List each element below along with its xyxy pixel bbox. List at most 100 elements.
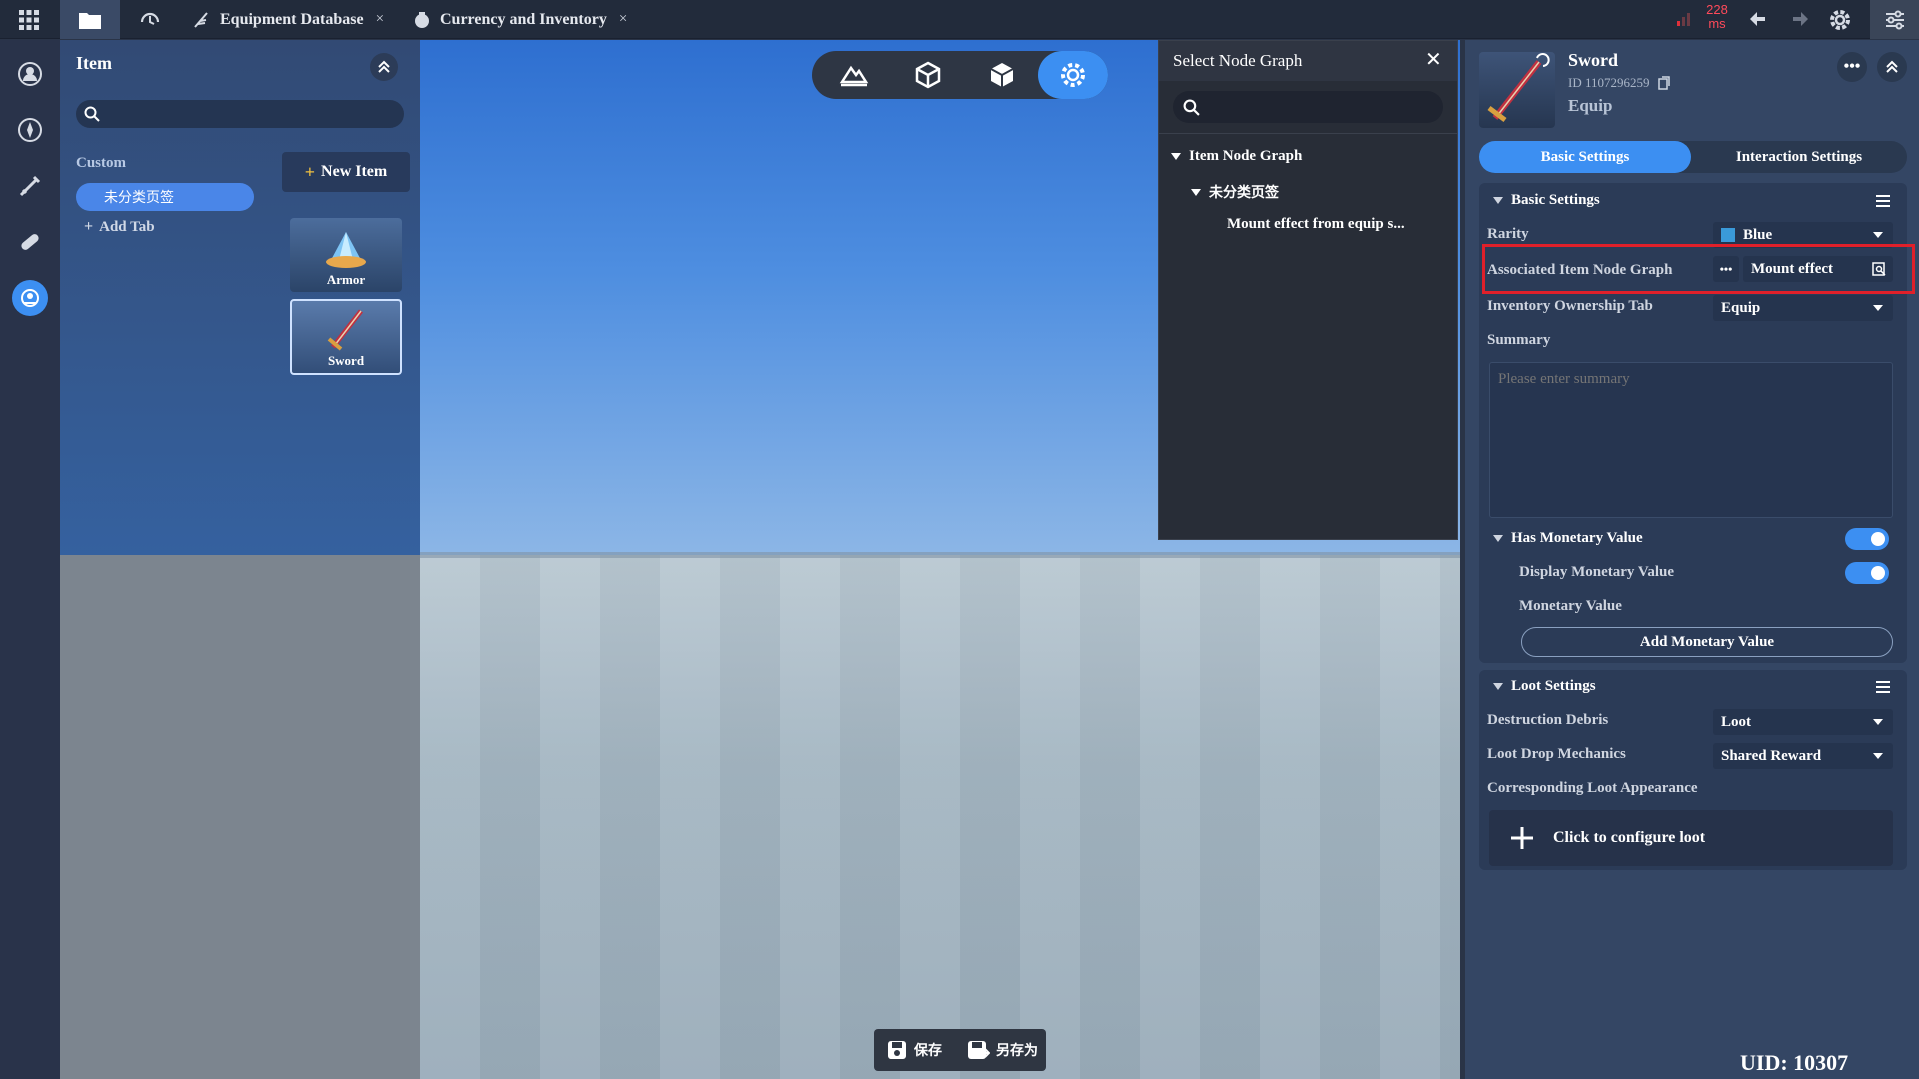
chevron-down-icon [1873, 753, 1883, 759]
save-label: 保存 [914, 1044, 942, 1059]
section-menu-icon[interactable] [1875, 680, 1891, 694]
latency-value: 228 [1706, 2, 1728, 17]
settings-tool[interactable] [1038, 51, 1108, 99]
save-button[interactable]: 保存 [886, 1039, 942, 1061]
compass-icon[interactable] [12, 112, 48, 148]
tree-node-uncategorized[interactable]: 未分类页签 [1191, 182, 1279, 202]
tab-interaction-settings[interactable]: Interaction Settings [1691, 141, 1907, 173]
copy-icon[interactable] [1657, 76, 1670, 90]
ownership-label: Inventory Ownership Tab [1487, 298, 1653, 314]
debris-label: Destruction Debris [1487, 712, 1609, 728]
dialog-title: Select Node Graph [1173, 51, 1303, 70]
tree-leaf-mount-effect[interactable]: Mount effect from equip s... [1227, 216, 1405, 233]
section-title: Has Monetary Value [1511, 530, 1643, 546]
tab-currency-inventory[interactable]: Currency and Inventory × [412, 0, 627, 39]
bandage-icon[interactable] [12, 224, 48, 260]
save-bar: 保存 另存为 [874, 1029, 1046, 1071]
sword-item-icon [1487, 53, 1550, 122]
prefab-tool[interactable] [898, 51, 958, 99]
item-card-sword[interactable]: Sword [290, 299, 402, 375]
add-monetary-value-button[interactable]: Add Monetary Value [1521, 627, 1893, 657]
item-card-label: Armor [326, 272, 366, 287]
dropdown-value: Shared Reward [1721, 747, 1822, 764]
loot-settings-header[interactable]: Loot Settings [1493, 678, 1596, 695]
node-search-input[interactable] [1173, 91, 1443, 123]
close-tab-icon[interactable]: × [376, 11, 384, 28]
display-monetary-toggle[interactable] [1845, 562, 1889, 584]
chevron-down-icon [1873, 232, 1883, 238]
latency-readout: 228 ms [1700, 3, 1734, 31]
add-tab-label: Add Tab [99, 218, 155, 235]
loot-appearance-label: Corresponding Loot Appearance [1487, 780, 1698, 796]
node-graph-options-button[interactable]: ••• [1713, 256, 1739, 282]
tree-label: Item Node Graph [1189, 148, 1303, 164]
drop-mechanics-dropdown[interactable]: Shared Reward [1713, 743, 1893, 769]
add-tab-button[interactable]: + Add Tab [84, 218, 155, 236]
more-options-button[interactable]: ••• [1837, 52, 1867, 82]
item-panel: Item Custom 未分类页签 + Add Tab + New Item A… [60, 40, 420, 555]
profile-icon[interactable] [12, 56, 48, 92]
plus-icon: + [304, 161, 316, 182]
gear-icon[interactable] [1828, 8, 1852, 32]
terrain-tool[interactable] [824, 51, 884, 99]
display-monetary-label: Display Monetary Value [1519, 564, 1675, 580]
folder-tab[interactable] [60, 0, 120, 39]
item-thumbnail [1479, 52, 1555, 128]
monetary-section-header[interactable]: Has Monetary Value [1493, 530, 1643, 547]
close-icon[interactable]: ✕ [1425, 47, 1442, 72]
panel-title: Item [76, 53, 112, 73]
locate-icon[interactable] [1871, 261, 1887, 277]
search-icon [1183, 99, 1200, 116]
tab-equipment-database[interactable]: Equipment Database × [192, 0, 384, 39]
close-tab-icon[interactable]: × [619, 11, 627, 28]
node-graph-label: Associated Item Node Graph [1487, 262, 1673, 278]
item-id: ID 1107296259 [1568, 75, 1650, 90]
collapse-detail-button[interactable] [1877, 52, 1907, 82]
sword-icon[interactable] [12, 168, 48, 204]
dropdown-value: Loot [1721, 713, 1751, 730]
configure-loot-button[interactable]: Click to configure loot [1489, 810, 1893, 866]
viewport-ground-left[interactable] [60, 555, 420, 1079]
node-graph-field[interactable]: Mount effect [1743, 256, 1893, 282]
item-category: Equip [1568, 96, 1613, 115]
plus-icon: + [84, 218, 94, 235]
ownership-dropdown[interactable]: Equip [1713, 295, 1893, 321]
settings-sliders-button[interactable] [1870, 0, 1919, 39]
item-card-armor[interactable]: Armor [290, 218, 402, 292]
category-tab-uncategorized[interactable]: 未分类页签 [76, 183, 254, 211]
undo-icon[interactable] [1748, 9, 1770, 29]
item-manager-icon[interactable] [12, 280, 48, 316]
item-search-input[interactable] [76, 100, 404, 128]
save-icon [888, 1041, 906, 1059]
new-item-button[interactable]: + New Item [282, 152, 410, 192]
save-as-icon [968, 1041, 990, 1059]
has-monetary-toggle[interactable] [1845, 528, 1889, 550]
configure-loot-label: Click to configure loot [1553, 829, 1706, 846]
tab-basic-settings[interactable]: Basic Settings [1479, 141, 1691, 173]
armor-icon [326, 232, 366, 268]
monetary-value-label: Monetary Value [1519, 598, 1622, 614]
tree-node-item-node-graph[interactable]: Item Node Graph [1171, 148, 1302, 165]
section-title: Basic Settings [1511, 192, 1600, 208]
sliders-icon [1885, 10, 1904, 29]
rarity-label: Rarity [1487, 226, 1529, 242]
viewport-ground[interactable] [420, 555, 1460, 1079]
debris-dropdown[interactable]: Loot [1713, 709, 1893, 735]
summary-label: Summary [1487, 332, 1551, 348]
collapse-button[interactable] [370, 53, 398, 81]
ellipsis-icon: ••• [1843, 58, 1861, 75]
expand-caret-icon [1171, 153, 1181, 160]
save-as-label: 另存为 [996, 1044, 1038, 1059]
redo-icon[interactable] [1788, 9, 1810, 29]
save-as-button[interactable]: 另存为 [966, 1039, 1038, 1061]
section-menu-icon[interactable] [1875, 194, 1891, 208]
expand-caret-icon [1493, 197, 1503, 204]
apps-grid-icon[interactable] [18, 9, 40, 31]
history-icon[interactable] [138, 8, 162, 30]
entity-tool[interactable] [972, 51, 1032, 99]
chevron-down-icon [1873, 719, 1883, 725]
bag-icon [415, 11, 429, 28]
summary-textarea[interactable] [1489, 362, 1893, 518]
basic-settings-header[interactable]: Basic Settings [1493, 192, 1600, 209]
top-bar: Equipment Database × Currency and Invent… [0, 0, 1919, 39]
